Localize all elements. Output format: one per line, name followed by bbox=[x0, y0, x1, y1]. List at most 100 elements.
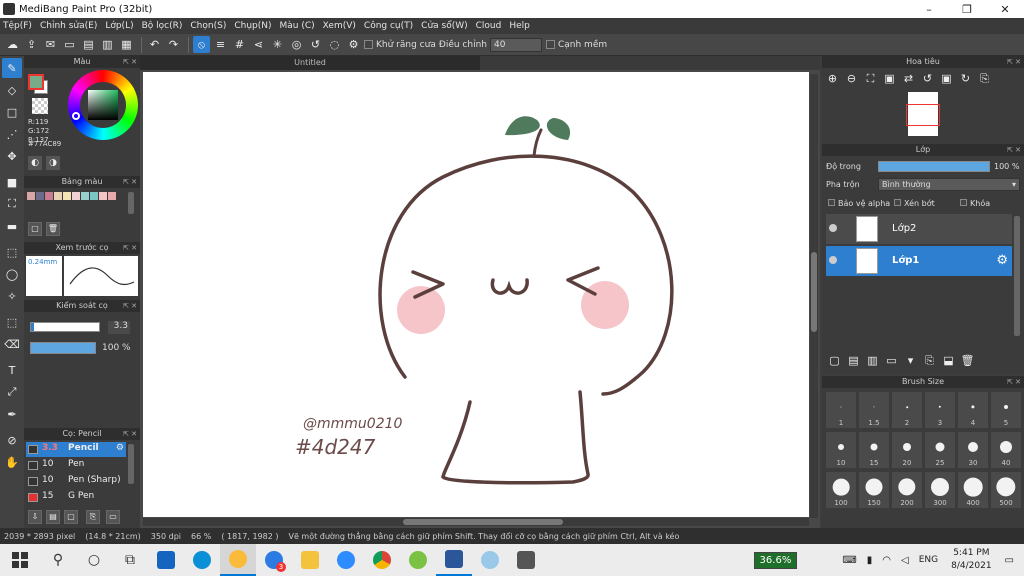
document-icon[interactable]: ▤ bbox=[80, 36, 97, 53]
chat-icon[interactable]: ✉ bbox=[42, 36, 59, 53]
search-icon[interactable]: ⚲ bbox=[40, 544, 76, 576]
layer-row-lop1[interactable]: Lớp1 ⚙ bbox=[826, 246, 1012, 276]
actual-size-icon[interactable]: ▣ bbox=[881, 70, 898, 87]
horizontal-scrollbar[interactable] bbox=[143, 518, 809, 526]
notification-icon[interactable]: ▭ bbox=[1005, 555, 1014, 566]
move-tool-icon[interactable]: ✥ bbox=[2, 146, 22, 166]
brush-list-scrollbar[interactable] bbox=[128, 444, 134, 484]
brush-size-option[interactable]: 30 bbox=[958, 432, 988, 468]
flip-horizontal-icon[interactable]: ⇄ bbox=[900, 70, 917, 87]
menu-cloud[interactable]: Cloud bbox=[476, 21, 502, 31]
foreground-color-swatch[interactable] bbox=[28, 74, 44, 90]
color-mode-icon[interactable]: ◐ bbox=[28, 156, 42, 170]
page-icon[interactable]: ▥ bbox=[99, 36, 116, 53]
menu-help[interactable]: Help bbox=[509, 21, 530, 31]
perspective-snap-icon[interactable]: ⋖ bbox=[250, 36, 267, 53]
palette-swatch[interactable] bbox=[108, 192, 116, 200]
panel-float-icon[interactable]: ⇱ ✕ bbox=[123, 56, 137, 68]
grid-layout-icon[interactable]: ▦ bbox=[118, 36, 135, 53]
select-tool-icon[interactable]: ⬚ bbox=[2, 242, 22, 262]
brush-size-option[interactable]: 15 bbox=[859, 432, 889, 468]
menu-tools[interactable]: Công cụ(T) bbox=[364, 21, 413, 31]
lasso-tool-icon[interactable]: ◯ bbox=[2, 264, 22, 284]
paint-app-icon[interactable] bbox=[472, 544, 508, 576]
palette-swatch[interactable] bbox=[99, 192, 107, 200]
add-brush-icon[interactable]: ⇩ bbox=[28, 510, 42, 524]
brush-size-option[interactable]: 4 bbox=[958, 392, 988, 428]
menu-file[interactable]: Tệp(F) bbox=[3, 21, 32, 31]
brush-size-option[interactable]: 300 bbox=[925, 472, 955, 508]
panel-float-icon[interactable]: ⇱ ✕ bbox=[123, 300, 137, 312]
brush-size-slider[interactable] bbox=[30, 322, 100, 332]
new-1bit-layer-icon[interactable]: ▥ bbox=[864, 352, 881, 369]
layer-row-lop2[interactable]: Lớp2 bbox=[826, 214, 1012, 244]
color-history-icon[interactable]: ◑ bbox=[46, 156, 60, 170]
new-layer-icon[interactable]: ▢ bbox=[826, 352, 843, 369]
redo-icon[interactable]: ↷ bbox=[165, 36, 182, 53]
brush-item-pencil[interactable]: 3.3 Pencil ⚙ bbox=[26, 442, 126, 457]
hand-tool-icon[interactable]: ✋ bbox=[2, 452, 22, 472]
menu-window[interactable]: Cửa sổ(W) bbox=[421, 21, 467, 31]
antialias-checkbox[interactable] bbox=[364, 40, 373, 49]
brush-size-option[interactable]: 150 bbox=[859, 472, 889, 508]
rotate-right-icon[interactable]: ↻ bbox=[957, 70, 974, 87]
layer-opacity-slider[interactable] bbox=[878, 161, 990, 172]
new-palette-icon[interactable]: ▢ bbox=[28, 222, 42, 236]
brush-size-option[interactable]: 3 bbox=[925, 392, 955, 428]
palette-swatch[interactable] bbox=[36, 192, 44, 200]
protect-alpha-option[interactable]: Bảo vệ alpha bbox=[828, 199, 890, 208]
brush-size-option[interactable]: 500 bbox=[991, 472, 1021, 508]
saturation-square[interactable] bbox=[88, 90, 118, 120]
brush-size-value[interactable]: 3.3 bbox=[108, 321, 130, 334]
delete-palette-icon[interactable]: 🗑 bbox=[46, 222, 60, 236]
curve-snap-icon[interactable]: ↺ bbox=[307, 36, 324, 53]
new-folder-icon[interactable]: ▭ bbox=[883, 352, 900, 369]
file-explorer-icon[interactable] bbox=[292, 544, 328, 576]
select-eraser-icon[interactable]: ⌫ bbox=[2, 334, 22, 354]
panel-float-icon[interactable]: ⇱ ✕ bbox=[1007, 376, 1021, 388]
minimize-button[interactable]: – bbox=[910, 3, 948, 16]
text-tool-icon[interactable]: T bbox=[2, 360, 22, 380]
brush-opacity-slider[interactable] bbox=[30, 342, 96, 354]
snap-off-icon[interactable]: ⦸ bbox=[193, 36, 210, 53]
brush-size-option[interactable]: 10 bbox=[826, 432, 856, 468]
hue-marker[interactable] bbox=[72, 112, 80, 120]
lock-checkbox[interactable] bbox=[960, 199, 967, 206]
magic-wand-icon[interactable]: ✧ bbox=[2, 286, 22, 306]
rotate-left-icon[interactable]: ↺ bbox=[919, 70, 936, 87]
navigator-viewport[interactable] bbox=[906, 104, 940, 126]
wifi-icon[interactable]: ◠ bbox=[882, 555, 891, 566]
brush-size-option[interactable]: 2 bbox=[892, 392, 922, 428]
palette-swatch[interactable] bbox=[72, 192, 80, 200]
edge-icon[interactable] bbox=[184, 544, 220, 576]
vertical-scroll-thumb[interactable] bbox=[811, 252, 817, 332]
brush-size-option[interactable]: 25 bbox=[925, 432, 955, 468]
restore-button[interactable]: ❐ bbox=[948, 3, 986, 16]
volume-icon[interactable]: ◁ bbox=[901, 555, 909, 566]
grid-snap-icon[interactable]: # bbox=[231, 36, 248, 53]
drawing-canvas[interactable]: @mmmu0210 #4d247 bbox=[143, 72, 809, 517]
eyedropper-icon[interactable]: ⊘ bbox=[2, 430, 22, 450]
dashed-circle-icon[interactable]: ◌ bbox=[326, 36, 343, 53]
panel-float-icon[interactable]: ⇱ ✕ bbox=[123, 428, 137, 440]
brush-item-pen-sharp[interactable]: 10 Pen (Sharp) bbox=[26, 474, 126, 489]
palette-swatch[interactable] bbox=[27, 192, 35, 200]
menu-layer[interactable]: Lớp(L) bbox=[105, 21, 133, 31]
brush-item-pen[interactable]: 10 Pen bbox=[26, 458, 126, 473]
upload-icon[interactable]: ⇪ bbox=[23, 36, 40, 53]
brush-open-folder-icon[interactable]: ▭ bbox=[106, 510, 120, 524]
pen-tool-icon[interactable]: ✒ bbox=[2, 404, 22, 424]
battery-icon[interactable]: ▮ bbox=[867, 555, 873, 566]
brush-item-g-pen[interactable]: 15 G Pen bbox=[26, 490, 126, 505]
brush-settings-gear-icon[interactable]: ⚙ bbox=[116, 443, 124, 453]
adjust-input[interactable]: 40 bbox=[489, 37, 542, 52]
palette-swatch[interactable] bbox=[54, 192, 62, 200]
operation-tool-icon[interactable]: ⤢ bbox=[2, 382, 22, 402]
mail-icon[interactable] bbox=[148, 544, 184, 576]
brush-size-option[interactable]: 1.5 bbox=[859, 392, 889, 428]
smooth-checkbox[interactable] bbox=[545, 40, 555, 49]
add-layer-dropdown-icon[interactable]: ▾ bbox=[902, 352, 919, 369]
brush-size-option[interactable]: 40 bbox=[991, 432, 1021, 468]
radial-snap-icon[interactable]: ✳ bbox=[269, 36, 286, 53]
zoom-out-icon[interactable]: ⊖ bbox=[843, 70, 860, 87]
